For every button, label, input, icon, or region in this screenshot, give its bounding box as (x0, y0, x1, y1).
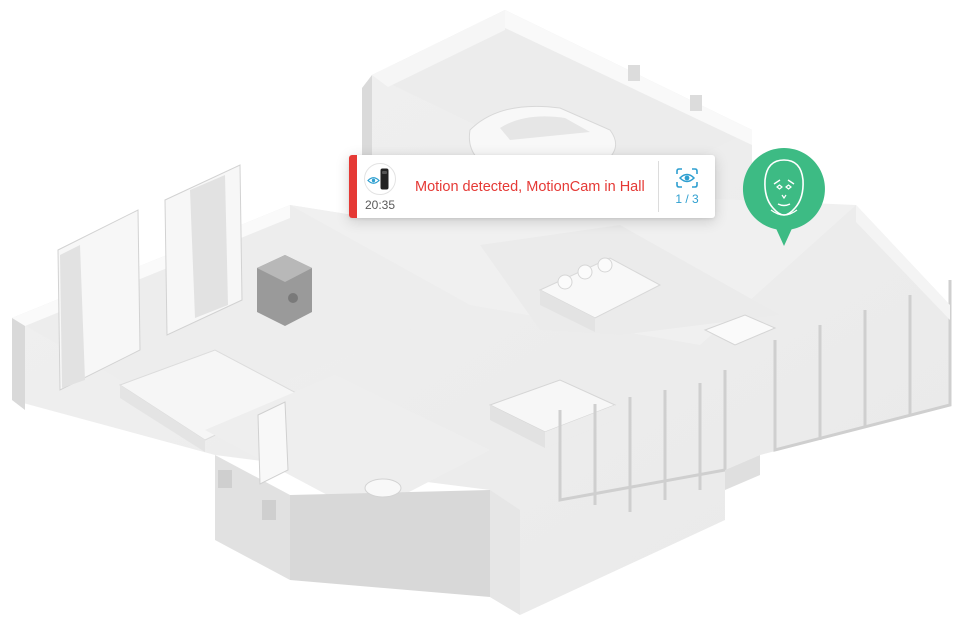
face-recognition-icon[interactable] (741, 146, 827, 252)
photo-counter: 1 / 3 (675, 191, 699, 206)
eye-icon (367, 177, 380, 184)
notification-time: 20:35 (364, 198, 396, 212)
notification-message: Motion detected, MotionCam in Hall (415, 178, 645, 195)
front-wall (490, 490, 520, 615)
alert-accent-bar (349, 155, 357, 218)
house-floorplan-illustration (12, 10, 952, 615)
camera-device-icon (380, 168, 389, 190)
eye-scan-icon (676, 167, 698, 188)
device-indicator: 20:35 (357, 155, 403, 218)
view-photos-button[interactable]: 1 / 3 (659, 155, 715, 218)
motion-notification[interactable]: 20:35 Motion detected, MotionCam in Hall… (349, 155, 715, 218)
motioncam-device-icon (364, 163, 396, 195)
